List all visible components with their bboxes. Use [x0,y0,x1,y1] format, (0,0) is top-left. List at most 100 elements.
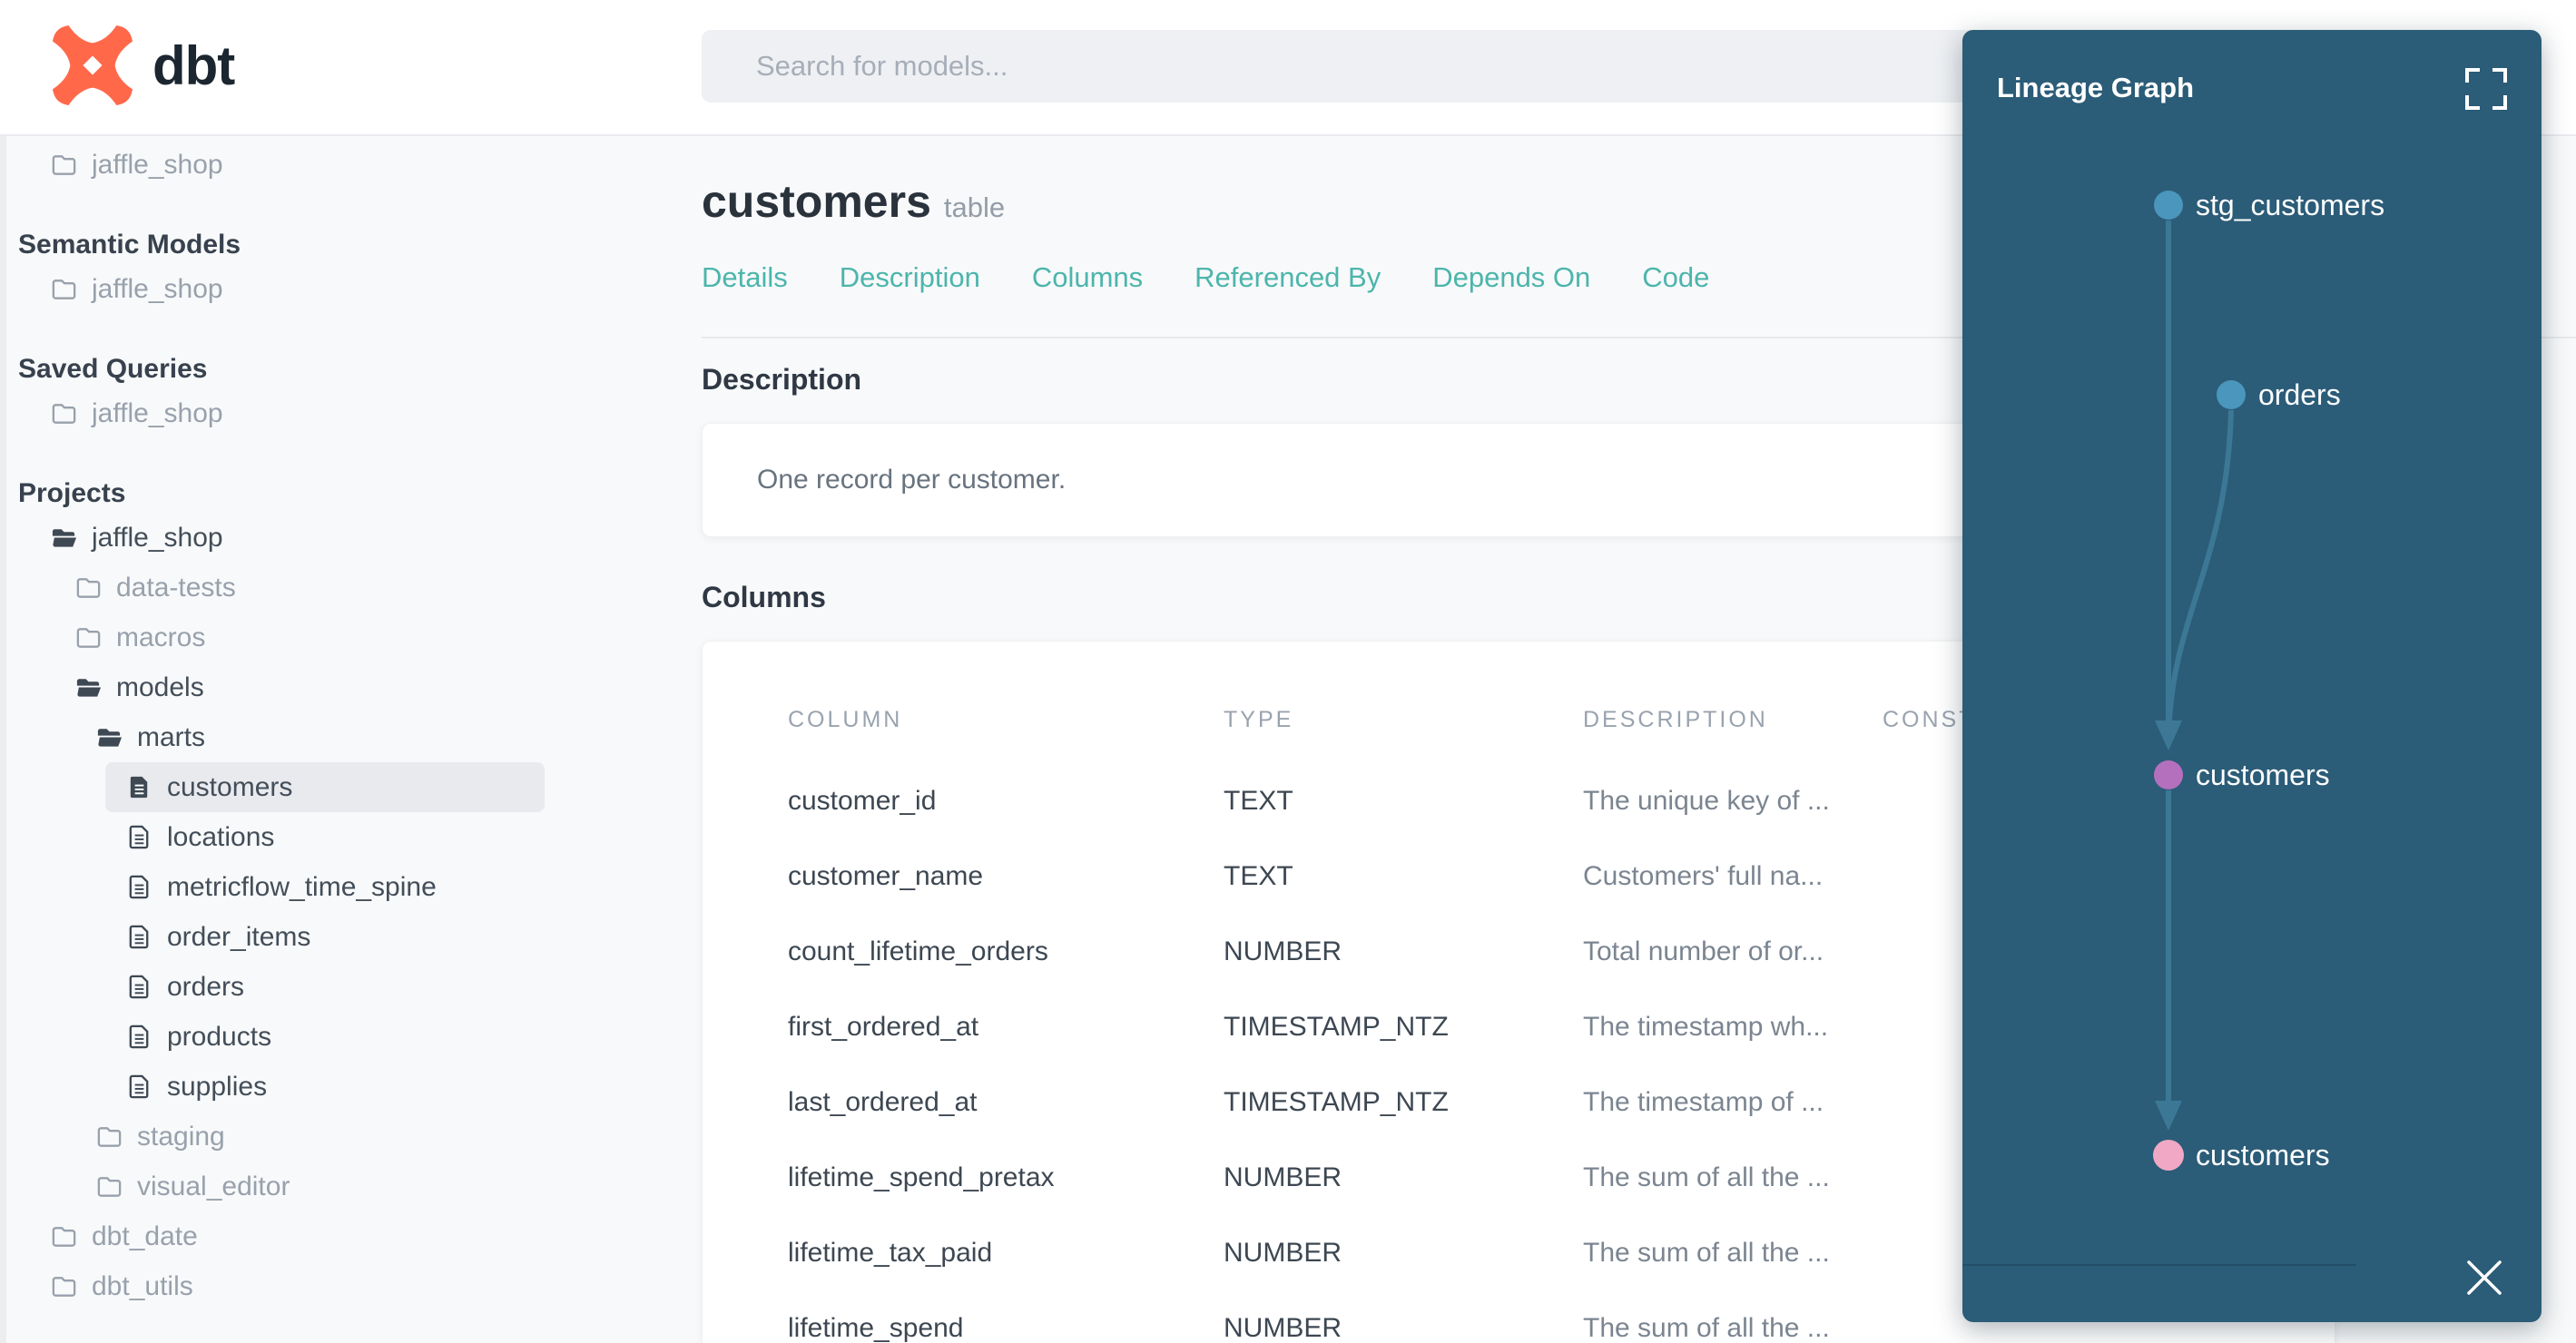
tab-columns[interactable]: Columns [1032,261,1143,294]
file-icon [129,875,149,899]
expand-icon[interactable] [2463,66,2509,112]
sidebar-item-label: dbt_utils [92,1270,193,1301]
lineage-node-label: stg_customers [2196,189,2384,221]
dbt-logo[interactable]: dbt [53,25,235,105]
sidebar-item-dbt_utils[interactable]: dbt_utils [0,1261,688,1311]
lineage-edge-arrowhead [2155,721,2182,750]
sidebar-item-label: dbt_date [92,1220,198,1251]
sidebar-item-products[interactable]: products [0,1012,688,1062]
cell-column-name: customer_name [788,860,984,891]
resource-type-label: table [943,191,1006,223]
sidebar-item-marts[interactable]: marts [0,712,688,762]
folder-icon [97,1177,122,1197]
lineage-footer-divider [1962,1264,2356,1266]
sidebar-item-dbt_date[interactable]: dbt_date [0,1211,688,1261]
lineage-node-label: customers [2196,1139,2330,1171]
sidebar-item-data-tests[interactable]: data-tests [0,563,688,613]
sidebar-item-label: jaffle_shop [92,149,223,180]
column-header-description: DESCRIPTION [1583,707,1768,732]
lineage-edge-arrowhead [2155,1101,2182,1131]
sidebar-item-label: jaffle_shop [92,397,223,428]
folder-icon [52,1227,76,1247]
sidebar-item-label: orders [167,971,245,1002]
dbt-logo-icon [53,25,133,105]
folder-open-icon [97,729,123,747]
cell-type: NUMBER [1224,936,1342,966]
folder-icon [76,578,101,598]
tab-code[interactable]: Code [1642,261,1709,294]
sidebar-item-label: data-tests [116,572,236,603]
cell-type: NUMBER [1224,1237,1342,1268]
sidebar-item-label: staging [137,1121,225,1152]
folder-open-icon [52,529,77,547]
sidebar-item-label: visual_editor [137,1171,290,1201]
sidebar-item-label: products [167,1021,272,1052]
folder-icon [76,628,101,648]
file-icon [129,1024,149,1049]
lineage-edge [2167,409,2234,721]
sidebar-item-staging[interactable]: staging [0,1112,688,1162]
cell-type: NUMBER [1224,1162,1342,1192]
file-icon [129,975,149,999]
folder-icon [52,1277,76,1297]
tab-referenced-by[interactable]: Referenced By [1195,261,1381,294]
cell-column-name: customer_id [788,785,937,816]
sidebar-item-label: customers [167,771,293,802]
lineage-graph-title: Lineage Graph [1997,72,2195,103]
model-tabs: Details Description Columns Referenced By De… [702,261,1709,294]
cell-column-name: lifetime_tax_paid [788,1237,993,1268]
lineage-node-customers_model[interactable] [2154,760,2183,789]
cell-column-name: lifetime_spend [788,1312,964,1343]
description-heading: Description [702,363,862,396]
lineage-node-orders[interactable] [2217,380,2246,409]
sidebar-item-jaffle_shop[interactable]: jaffle_shop [0,513,688,563]
sidebar-item-jaffle_shop[interactable]: jaffle_shop [0,264,688,314]
tab-details[interactable]: Details [702,261,788,294]
cell-description: The sum of all the ... [1583,1162,1830,1192]
lineage-graph-panel: stg_customersorders customers customers Li… [1962,30,2542,1322]
dbt-logo-text: dbt [152,34,235,96]
cell-description: The sum of all the ... [1583,1237,1830,1268]
sidebar-item-visual_editor[interactable]: visual_editor [0,1162,688,1211]
sidebar-scrollbar[interactable] [0,136,6,1343]
page-title: customers table [702,175,1005,228]
cell-type: TEXT [1224,785,1293,816]
sidebar-item-macros[interactable]: macros [0,613,688,662]
cell-column-name: count_lifetime_orders [788,936,1048,966]
cell-description: The timestamp of ... [1583,1086,1824,1117]
close-icon[interactable] [2462,1255,2507,1300]
cell-type: TEXT [1224,860,1293,891]
cell-type: TIMESTAMP_NTZ [1224,1011,1449,1042]
lineage-graph-canvas[interactable]: stg_customersorders customers customers [1962,30,2542,1322]
lineage-node-stg_customers[interactable] [2154,191,2183,220]
cell-description: The unique key of ... [1583,785,1830,816]
sidebar-section-heading: Semantic Models [18,229,241,260]
tab-depends-on[interactable]: Depends On [1432,261,1590,294]
column-header-type: TYPE [1224,707,1294,732]
lineage-node-label: orders [2258,378,2341,411]
sidebar-item-orders[interactable]: orders [0,962,688,1012]
folder-open-icon [76,679,102,697]
sidebar-section-heading: Saved Queries [18,353,208,384]
sidebar-item-label: supplies [167,1071,268,1102]
sidebar-item-jaffle_shop[interactable]: jaffle_shop [0,140,688,190]
sidebar-item-metricflow_time_spine[interactable]: metricflow_time_spine [0,862,688,912]
sidebar-item-order_items[interactable]: order_items [0,912,688,962]
cell-description: The timestamp wh... [1583,1011,1829,1042]
sidebar-item-supplies[interactable]: supplies [0,1062,688,1112]
lineage-node-customers_semantic[interactable] [2153,1140,2184,1171]
file-icon [129,825,149,849]
sidebar-item-label: jaffle_shop [92,522,223,553]
lineage-node-label: customers [2196,759,2330,791]
sidebar-item-customers[interactable]: customers [105,762,545,812]
tab-description[interactable]: Description [840,261,980,294]
sidebar-item-locations[interactable]: locations [0,812,688,862]
cell-description: Customers' full na... [1583,860,1824,891]
file-icon [129,1074,149,1099]
folder-icon [52,279,76,299]
file-icon [130,776,148,799]
folder-icon [52,404,76,424]
folder-icon [97,1127,122,1147]
sidebar-item-jaffle_shop[interactable]: jaffle_shop [0,388,688,438]
sidebar-item-models[interactable]: models [0,662,688,712]
